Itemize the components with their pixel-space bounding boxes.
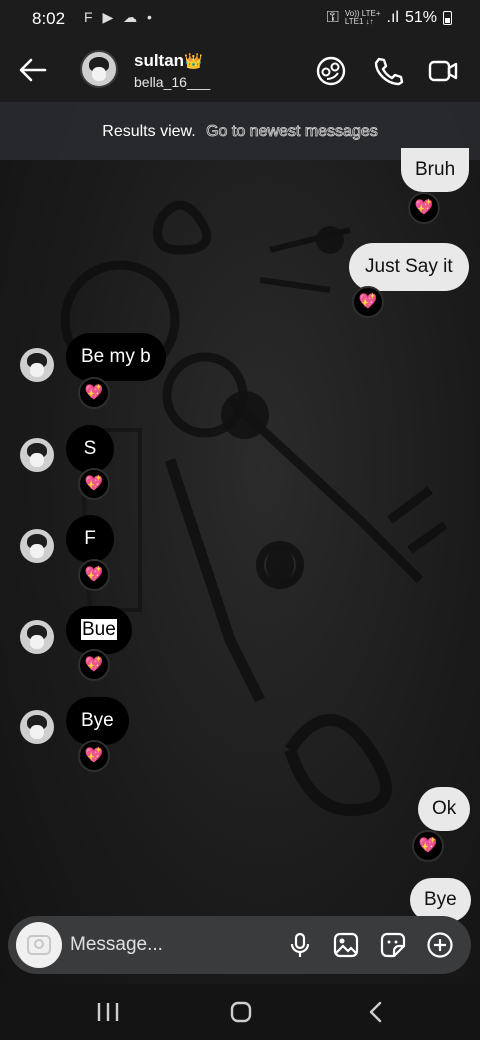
microphone-icon bbox=[290, 932, 310, 957]
avatar[interactable] bbox=[20, 529, 54, 563]
phone-icon bbox=[374, 57, 404, 86]
go-to-newest-link[interactable]: Go to newest messages bbox=[206, 123, 378, 141]
battery-percent: 51% bbox=[404, 9, 437, 26]
message-text-highlighted: Bue bbox=[81, 619, 117, 640]
reaction-heart-icon[interactable]: 💖 bbox=[412, 830, 444, 862]
avatar[interactable] bbox=[20, 438, 54, 472]
contact-name[interactable]: sultan👑 bbox=[134, 51, 203, 71]
reaction-heart-icon[interactable]: 💖 bbox=[78, 740, 110, 772]
sticker-face-button[interactable] bbox=[314, 54, 348, 88]
signal-icon: .ıl bbox=[386, 9, 399, 26]
back-button[interactable] bbox=[18, 56, 48, 84]
avatar[interactable] bbox=[80, 50, 118, 88]
status-right-group: ⚿ Vo)) LTE+ LTE1 ↓↑ .ıl 51% bbox=[327, 9, 452, 27]
plus-circle-icon bbox=[427, 932, 453, 958]
video-call-button[interactable] bbox=[426, 54, 460, 88]
arrow-left-icon bbox=[19, 58, 47, 82]
chat-header bbox=[0, 40, 480, 102]
contact-username[interactable]: bella_16___ bbox=[134, 74, 210, 90]
home-icon bbox=[230, 1001, 252, 1023]
notification-icons: F ▶ ☁ • bbox=[84, 9, 155, 25]
message-bubble-incoming[interactable]: F bbox=[66, 515, 114, 563]
status-time: 8:02 bbox=[32, 9, 66, 28]
network-label: Vo)) LTE+ LTE1 ↓↑ bbox=[344, 9, 381, 26]
image-icon bbox=[333, 932, 359, 958]
crown-icon: 👑 bbox=[184, 53, 203, 70]
sticker-icon bbox=[380, 932, 406, 958]
message-bubble-outgoing[interactable]: Bruh bbox=[401, 148, 470, 192]
key-icon: ⚿ bbox=[326, 9, 339, 26]
reaction-heart-icon[interactable]: 💖 bbox=[78, 377, 110, 409]
message-bubble-incoming[interactable]: Bye bbox=[66, 697, 129, 745]
reaction-heart-icon[interactable]: 💖 bbox=[408, 192, 440, 224]
avatar[interactable] bbox=[20, 710, 54, 744]
message-input[interactable] bbox=[70, 932, 270, 958]
voice-message-button[interactable] bbox=[286, 931, 314, 959]
gallery-button[interactable] bbox=[332, 931, 360, 959]
avatar[interactable] bbox=[20, 348, 54, 382]
reaction-heart-icon[interactable]: 💖 bbox=[78, 649, 110, 681]
video-camera-icon bbox=[428, 60, 458, 82]
avatar[interactable] bbox=[20, 620, 54, 654]
back-nav-icon bbox=[369, 1001, 382, 1023]
message-bubble-outgoing[interactable]: Ok bbox=[418, 787, 471, 831]
message-bubble-incoming[interactable]: Be my b bbox=[66, 333, 166, 381]
message-bubble-incoming[interactable]: S bbox=[66, 425, 114, 473]
reaction-heart-icon[interactable]: 💖 bbox=[352, 286, 384, 318]
camera-lens-icon bbox=[34, 939, 44, 949]
sticker-button[interactable] bbox=[379, 931, 407, 959]
reaction-heart-icon[interactable]: 💖 bbox=[78, 468, 110, 500]
message-bubble-incoming[interactable]: Bue bbox=[66, 606, 132, 654]
results-text: Results view. bbox=[102, 123, 196, 140]
recents-icon bbox=[97, 1003, 119, 1021]
battery-icon bbox=[443, 11, 452, 25]
recents-button[interactable] bbox=[88, 998, 128, 1026]
sticker-face-icon bbox=[316, 56, 346, 86]
contact-name-text: sultan bbox=[134, 51, 185, 70]
back-nav-button[interactable] bbox=[356, 998, 396, 1026]
home-button[interactable] bbox=[221, 998, 261, 1026]
more-actions-button[interactable] bbox=[426, 931, 454, 959]
message-bubble-outgoing[interactable]: Just Say it bbox=[349, 243, 469, 291]
reaction-heart-icon[interactable]: 💖 bbox=[78, 559, 110, 591]
call-button[interactable] bbox=[370, 54, 404, 88]
